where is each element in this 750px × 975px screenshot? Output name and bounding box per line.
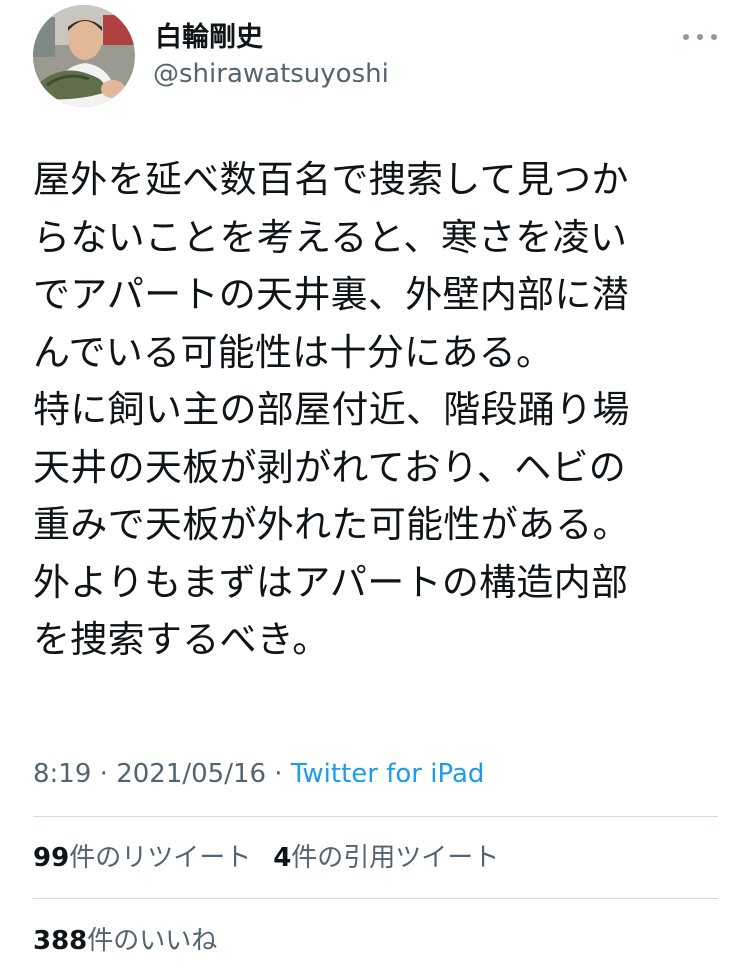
retweets-label: 件のリツイート	[69, 843, 252, 873]
avatar-photo	[33, 5, 135, 107]
tweet-date[interactable]: 2021/05/16	[116, 759, 266, 789]
tweet-text-line: を捜索するべき。	[33, 618, 330, 661]
tweet-text-line: でアパートの天井裏、外壁内部に潜	[33, 273, 630, 316]
likes-stat[interactable]: 388件のいいね	[33, 926, 217, 956]
divider	[33, 898, 718, 899]
tweet-text-line: らないことを考えると、寒さを凌い	[33, 215, 628, 259]
divider	[33, 816, 718, 817]
tweet-source-link[interactable]: Twitter for iPad	[291, 759, 485, 789]
likes-count: 388	[33, 926, 88, 956]
meta-separator: ·	[266, 759, 291, 789]
tweet-text-line: 重みで天板が外れた可能性がある。	[33, 503, 630, 546]
tweet-text-line: 屋外を延べ数百名で捜索して見つか	[33, 158, 629, 201]
quotes-label: 件の引用ツイート	[291, 843, 500, 873]
tweet-text-line: 特に飼い主の部屋付近、階段踊り場	[33, 388, 630, 431]
more-horizontal-icon[interactable]	[683, 30, 717, 44]
tweet-text-line: んでいる可能性は十分にある。	[33, 330, 554, 374]
avatar[interactable]	[33, 5, 135, 107]
retweets-count: 99	[33, 843, 70, 873]
display-name[interactable]: 白輪剛史	[155, 22, 263, 54]
quotes-stat[interactable]: 4件の引用ツイート	[273, 843, 499, 873]
tweet-detail: 白輪剛史 @shirawatsuyoshi 屋外を延べ数百名で捜索して見つか ら…	[0, 0, 750, 975]
tweet-meta: 8:19 · 2021/05/16 · Twitter for iPad	[33, 757, 484, 791]
likes-label: 件のいいね	[87, 926, 218, 956]
more-dot	[697, 34, 703, 40]
engagement-stats: 99件のリツイート 4件の引用ツイート	[33, 841, 499, 875]
tweet-text: 屋外を延べ数百名で捜索して見つか らないことを考えると、寒さを凌い でアパートの…	[33, 151, 723, 669]
tweet-time[interactable]: 8:19	[33, 759, 91, 789]
retweets-stat[interactable]: 99件のリツイート	[33, 843, 251, 873]
meta-separator: ·	[91, 759, 117, 789]
more-dot	[711, 34, 717, 40]
more-dot	[683, 34, 689, 40]
tweet-text-line: 天井の天板が剥がれており、ヘビの	[33, 445, 627, 489]
quotes-count: 4	[273, 843, 292, 873]
user-handle[interactable]: @shirawatsuyoshi	[153, 58, 389, 90]
tweet-text-line: 外よりもまずはアパートの構造内部	[33, 560, 629, 604]
likes-stats: 388件のいいね	[33, 924, 217, 958]
